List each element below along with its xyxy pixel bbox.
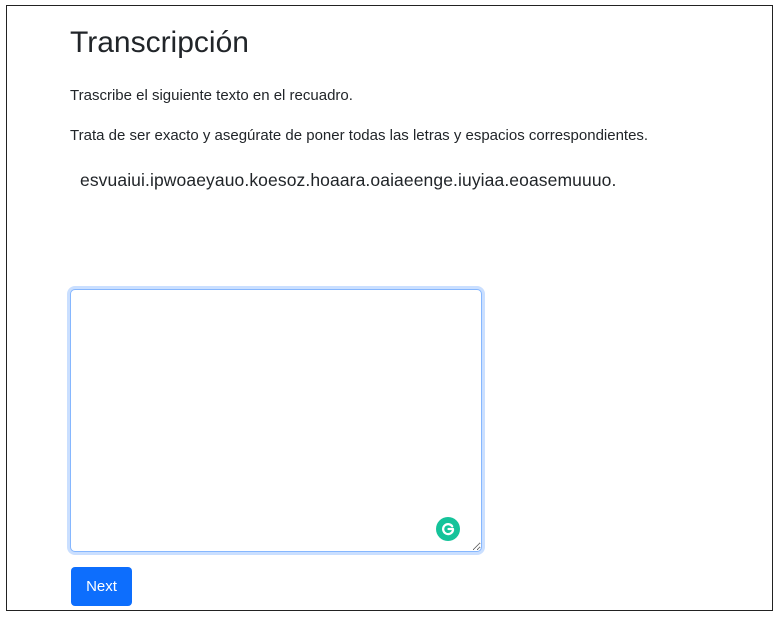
grammarly-icon[interactable] (436, 517, 460, 541)
text-to-transcribe: esvuaiui.ipwoaeyauo.koesoz.hoaara.oaiaee… (80, 170, 617, 190)
transcription-textarea[interactable] (70, 289, 482, 552)
instruction-detail-text: Trata de ser exacto y asegúrate de poner… (70, 127, 649, 144)
page-frame: Transcripción Trascribe el siguiente tex… (6, 5, 773, 611)
page-title: Transcripción (70, 26, 249, 59)
instruction-text: Trascribe el siguiente texto en el recua… (70, 87, 353, 104)
grammarly-g-glyph (442, 523, 455, 536)
answer-field-container (70, 289, 482, 552)
next-button[interactable]: Next (71, 567, 132, 606)
